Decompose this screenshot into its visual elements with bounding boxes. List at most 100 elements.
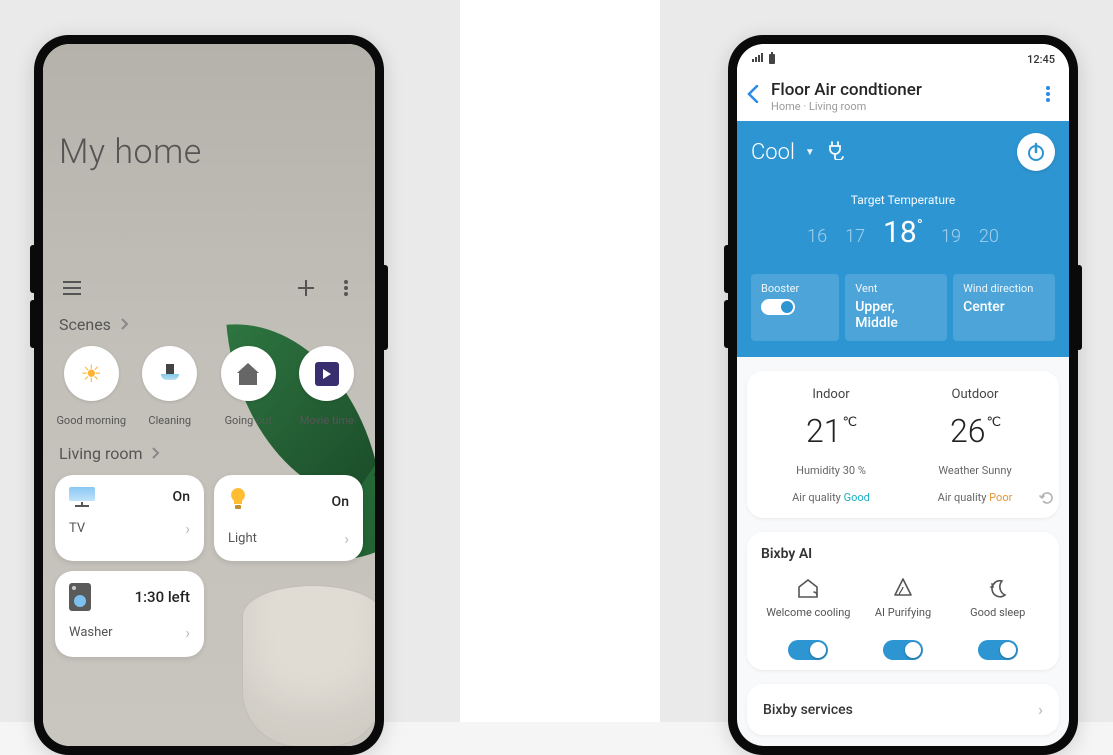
- bixby-item-label: Welcome cooling: [761, 606, 856, 634]
- vent-value: Upper, Middle: [855, 299, 937, 331]
- house-icon: [237, 363, 259, 385]
- scene-movie-time[interactable]: Movie time: [291, 346, 364, 428]
- outdoor-weather: Weather Sunny: [903, 464, 1047, 477]
- screen-ac: 12:45 Floor Air condtioner Home · Living…: [737, 44, 1069, 746]
- movie-icon: [315, 362, 339, 386]
- washer-icon: [69, 583, 91, 611]
- ac-control-panel: Cool ▼ Target Temperature 16 17 18° 19 2…: [737, 121, 1069, 357]
- chevron-right-icon: ›: [344, 529, 349, 548]
- bixby-good-sleep[interactable]: Good sleep: [950, 576, 1045, 660]
- signal-icon: [751, 53, 765, 66]
- bixby-services-row[interactable]: Bixby services ›: [747, 684, 1059, 735]
- vent-tile[interactable]: Vent Upper, Middle: [845, 274, 947, 341]
- device-light-card[interactable]: On Light ›: [214, 475, 363, 561]
- battery-icon: [768, 52, 776, 67]
- power-button[interactable]: [1017, 133, 1055, 171]
- phone-left: 12:45 My home Scenes: [34, 35, 384, 755]
- sun-icon: ☀: [80, 360, 102, 388]
- ai-purifying-toggle[interactable]: [883, 640, 923, 660]
- scene-going-out[interactable]: Going out: [212, 346, 285, 428]
- good-sleep-toggle[interactable]: [978, 640, 1018, 660]
- bixby-ai-purifying[interactable]: AI Purifying: [856, 576, 951, 660]
- bixby-welcome-cooling[interactable]: Welcome cooling: [761, 576, 856, 660]
- overflow-button[interactable]: [335, 277, 357, 299]
- outdoor-label: Outdoor: [903, 387, 1047, 402]
- scenes-label: Scenes: [59, 315, 111, 334]
- temp-option[interactable]: 19: [941, 226, 961, 247]
- overflow-button[interactable]: [1037, 86, 1059, 107]
- bixby-services-label: Bixby services: [763, 702, 853, 718]
- vent-label: Vent: [855, 282, 937, 295]
- scenes-header[interactable]: Scenes: [59, 315, 363, 334]
- scene-good-morning[interactable]: ☀ Good morning: [55, 346, 128, 428]
- wind-value: Center: [963, 299, 1045, 315]
- bixby-item-label: AI Purifying: [856, 606, 951, 634]
- chevron-right-icon: ›: [185, 623, 190, 642]
- status-bar: 12:45: [737, 44, 1069, 74]
- device-time: 1:30 left: [135, 588, 190, 606]
- device-state: On: [173, 489, 190, 505]
- scene-cleaning[interactable]: Cleaning: [134, 346, 207, 428]
- chevron-down-icon: ▼: [805, 147, 815, 158]
- welcome-cooling-icon: [761, 576, 856, 600]
- chevron-right-icon: [152, 444, 160, 463]
- device-title: Floor Air condtioner: [771, 80, 1025, 100]
- device-subtitle: Home · Living room: [771, 100, 1025, 113]
- indoor-airquality: Air quality Good: [759, 491, 903, 504]
- indoor-temp: 21℃: [759, 412, 903, 450]
- ai-purifying-icon: [856, 576, 951, 600]
- mode-selector[interactable]: Cool ▼: [751, 140, 847, 165]
- chevron-right-icon: ›: [1038, 700, 1043, 719]
- living-room-header[interactable]: Living room: [59, 444, 363, 463]
- mode-text: Cool: [751, 140, 795, 165]
- wind-tile[interactable]: Wind direction Center: [953, 274, 1055, 341]
- plug-icon: [825, 140, 847, 164]
- status-time: 12:45: [1027, 53, 1055, 66]
- temp-option[interactable]: 20: [979, 226, 999, 247]
- target-temperature-label: Target Temperature: [751, 193, 1055, 207]
- scene-label: Cleaning: [148, 414, 191, 428]
- good-sleep-icon: [950, 576, 1045, 600]
- back-button[interactable]: [747, 84, 759, 109]
- device-name: Light: [228, 531, 257, 546]
- welcome-cooling-toggle[interactable]: [788, 640, 828, 660]
- refresh-icon[interactable]: [1039, 490, 1055, 510]
- chevron-right-icon: [121, 315, 129, 334]
- indoor-humidity: Humidity 30 %: [759, 464, 903, 477]
- temperature-picker[interactable]: 16 17 18° 19 20: [751, 215, 1055, 250]
- living-room-label: Living room: [59, 444, 142, 463]
- bulb-icon: [228, 487, 248, 517]
- scene-label: Movie time: [300, 414, 354, 428]
- bixby-item-label: Good sleep: [950, 606, 1045, 634]
- outdoor-temp: 26℃: [903, 412, 1047, 450]
- wind-label: Wind direction: [963, 282, 1045, 295]
- add-button[interactable]: [295, 277, 317, 299]
- booster-label: Booster: [761, 282, 829, 295]
- page-title: My home: [59, 132, 363, 172]
- device-name: Washer: [69, 625, 113, 640]
- scene-label: Good morning: [56, 414, 126, 428]
- temp-current[interactable]: 18°: [883, 215, 923, 250]
- cleaning-icon: [157, 364, 183, 384]
- device-name: TV: [69, 521, 85, 536]
- outdoor-airquality: Air quality Poor: [903, 491, 1047, 504]
- tv-icon: [69, 487, 95, 507]
- device-washer-card[interactable]: 1:30 left Washer ›: [55, 571, 204, 657]
- indoor-column: Indoor 21℃ Humidity 30 % Air quality Goo…: [759, 387, 903, 504]
- booster-toggle[interactable]: [761, 299, 795, 315]
- menu-button[interactable]: [61, 277, 83, 299]
- scene-label: Going out: [225, 414, 272, 428]
- indoor-label: Indoor: [759, 387, 903, 402]
- outdoor-column: Outdoor 26℃ Weather Sunny Air quality Po…: [903, 387, 1047, 504]
- phone-right: 12:45 Floor Air condtioner Home · Living…: [728, 35, 1078, 755]
- booster-tile[interactable]: Booster: [751, 274, 839, 341]
- device-state: On: [332, 494, 349, 510]
- temp-option[interactable]: 17: [845, 226, 865, 247]
- temp-option[interactable]: 16: [807, 226, 827, 247]
- device-tv-card[interactable]: On TV ›: [55, 475, 204, 561]
- chevron-right-icon: ›: [185, 519, 190, 538]
- bixby-ai-card: Bixby AI Welcome cooling AI Purifying: [747, 532, 1059, 670]
- bixby-ai-title: Bixby AI: [761, 546, 1045, 562]
- screen-home: 12:45 My home Scenes: [43, 44, 375, 746]
- environment-card: Indoor 21℃ Humidity 30 % Air quality Goo…: [747, 371, 1059, 518]
